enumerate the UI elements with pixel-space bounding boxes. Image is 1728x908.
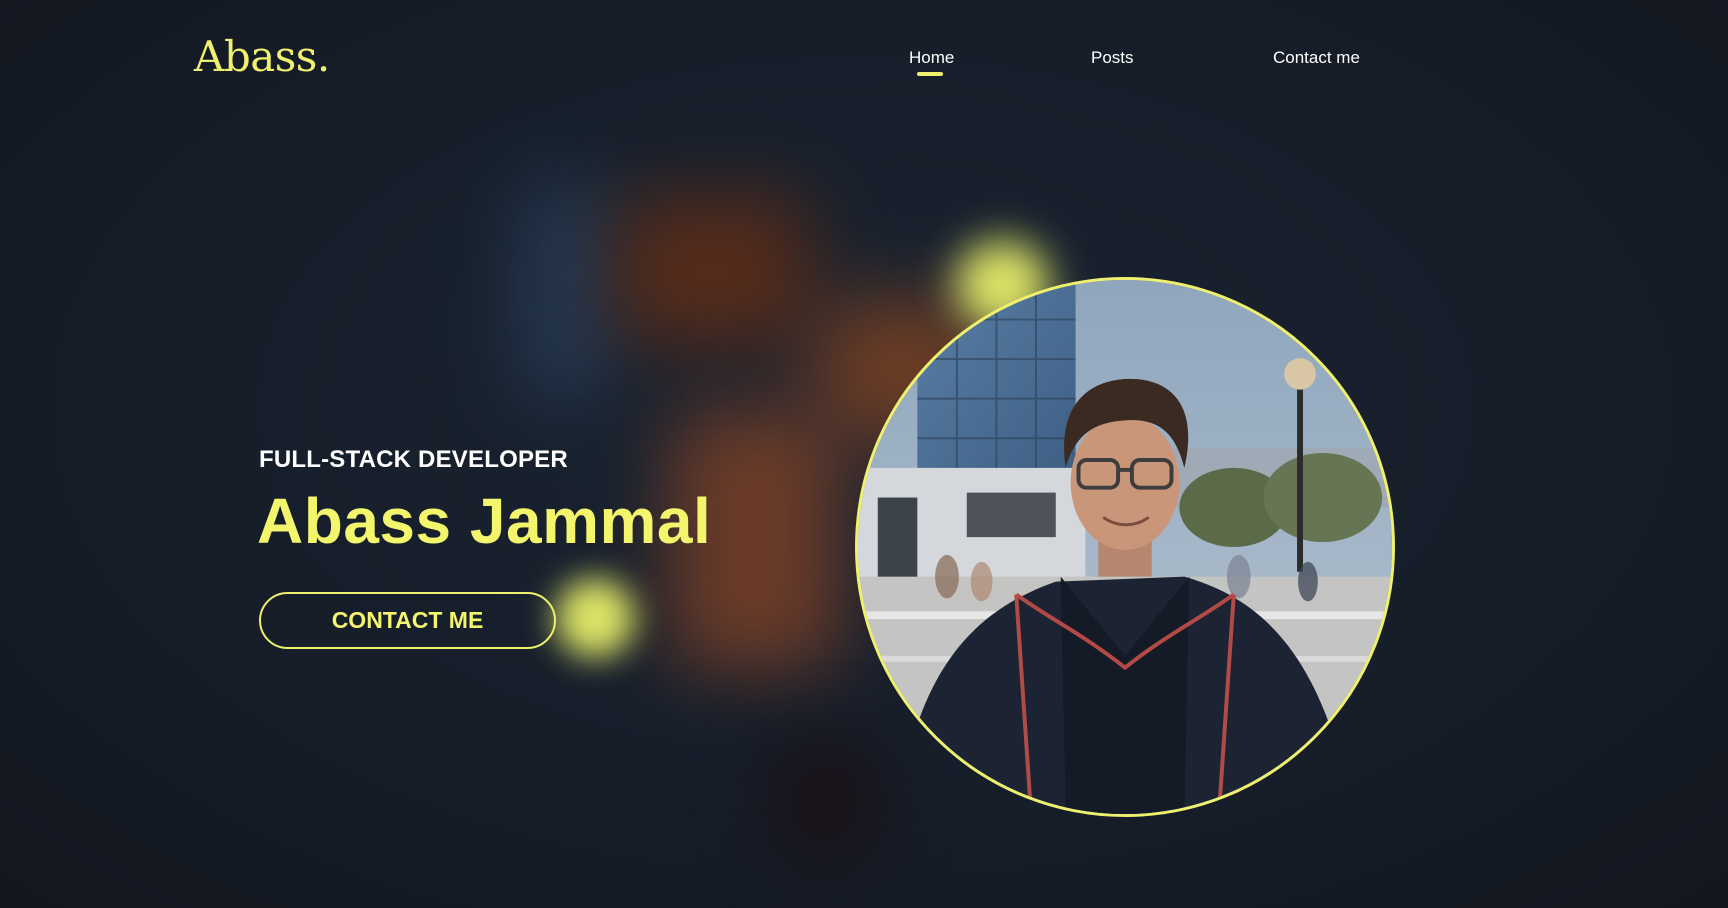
- profile-photo-illustration: [858, 280, 1392, 814]
- nav-active-indicator: [917, 72, 943, 76]
- background-blob-orange: [615, 195, 810, 345]
- landing-page: Abass. Home Posts Contact me FULL-STACK …: [0, 0, 1728, 908]
- profile-photo: [855, 277, 1395, 817]
- nav-item-contact[interactable]: Contact me: [1273, 48, 1360, 68]
- main-nav: Home Posts Contact me: [0, 48, 1728, 88]
- background-glow-yellow: [555, 578, 635, 658]
- nav-item-posts[interactable]: Posts: [1091, 48, 1134, 68]
- background-blob-blue: [520, 180, 610, 400]
- hero-name: Abass Jammal: [257, 485, 712, 557]
- background-blob-dark: [770, 740, 880, 860]
- hero-role: FULL-STACK DEVELOPER: [259, 446, 568, 473]
- nav-item-home[interactable]: Home: [909, 48, 954, 68]
- contact-me-button[interactable]: CONTACT ME: [259, 592, 556, 649]
